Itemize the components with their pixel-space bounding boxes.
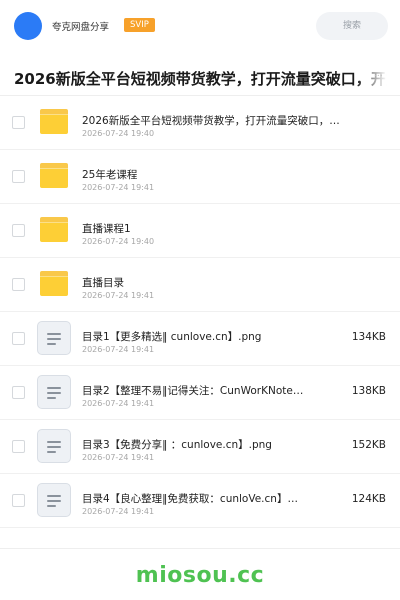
file-row[interactable]: 目录2【整理不易‖记得关注：CunWorKNote… 2026-07-24 19:…: [0, 366, 400, 420]
file-size: 134KB: [351, 331, 386, 343]
file-date: 2026-07-24 19:41: [82, 399, 155, 408]
share-title-bar: 2026新版全平台短视频带货教学，打开流量突破口，开始A: [0, 58, 400, 96]
file-name: 2026新版全平台短视频带货教学，打开流量突破口，…: [82, 115, 340, 127]
select-checkbox[interactable]: [12, 440, 25, 453]
file-name: 目录1【更多精选‖ cunlove.cn】.png: [82, 331, 262, 343]
file-name: 目录2【整理不易‖记得关注：CunWorKNote…: [82, 385, 304, 397]
title-overflow-fade: [356, 58, 400, 95]
user-avatar[interactable]: [14, 12, 42, 40]
file-name: 直播目录: [82, 277, 124, 289]
top-header: 夸克网盘分享 SVIP 搜索: [0, 0, 400, 52]
search-button[interactable]: 搜索: [316, 12, 388, 40]
select-checkbox[interactable]: [12, 224, 25, 237]
file-size: 138KB: [351, 385, 386, 397]
file-name: 目录3【免费分享‖ ：cunlove.cn】.png: [82, 439, 272, 451]
select-checkbox[interactable]: [12, 116, 25, 129]
watermark: miosou.cc: [135, 563, 265, 588]
document-icon: [37, 375, 71, 409]
document-icon: [37, 429, 71, 463]
file-date: 2026-07-24 19:40: [82, 129, 155, 138]
file-row[interactable]: 2026新版全平台短视频带货教学，打开流量突破口，… 2026-07-24 19:…: [0, 96, 400, 150]
folder-icon: [40, 109, 68, 134]
user-name: 夸克网盘分享: [52, 22, 110, 33]
file-name: 25年老课程: [82, 169, 138, 181]
file-date: 2026-07-24 19:41: [82, 183, 155, 192]
document-icon: [37, 321, 71, 355]
folder-icon: [40, 271, 68, 296]
file-row[interactable]: 目录3【免费分享‖ ：cunlove.cn】.png 2026-07-24 19:…: [0, 420, 400, 474]
select-checkbox[interactable]: [12, 332, 25, 345]
select-checkbox[interactable]: [12, 278, 25, 291]
file-name: 直播课程1: [82, 223, 131, 235]
svip-badge: SVIP: [124, 18, 155, 32]
file-date: 2026-07-24 19:41: [82, 291, 155, 300]
select-checkbox[interactable]: [12, 170, 25, 183]
select-checkbox[interactable]: [12, 386, 25, 399]
file-row[interactable]: 直播课程1 2026-07-24 19:40: [0, 204, 400, 258]
file-date: 2026-07-24 19:41: [82, 453, 155, 462]
file-list: 2026新版全平台短视频带货教学，打开流量突破口，… 2026-07-24 19:…: [0, 96, 400, 528]
file-row[interactable]: 目录1【更多精选‖ cunlove.cn】.png 2026-07-24 19:4…: [0, 312, 400, 366]
file-size: 152KB: [351, 439, 386, 451]
file-row[interactable]: 25年老课程 2026-07-24 19:41: [0, 150, 400, 204]
file-date: 2026-07-24 19:41: [82, 507, 155, 516]
file-row[interactable]: 直播目录 2026-07-24 19:41: [0, 258, 400, 312]
file-date: 2026-07-24 19:40: [82, 237, 155, 246]
file-name: 目录4【良心整理‖免费获取：cunloVe.cn】…: [82, 493, 298, 505]
folder-icon: [40, 163, 68, 188]
file-date: 2026-07-24 19:41: [82, 345, 155, 354]
footer-divider: [0, 548, 400, 549]
folder-icon: [40, 217, 68, 242]
document-icon: [37, 483, 71, 517]
file-row[interactable]: 目录4【良心整理‖免费获取：cunloVe.cn】… 2026-07-24 19:…: [0, 474, 400, 528]
share-title: 2026新版全平台短视频带货教学，打开流量突破口，开始A: [14, 70, 400, 88]
select-checkbox[interactable]: [12, 494, 25, 507]
file-size: 124KB: [351, 493, 386, 505]
